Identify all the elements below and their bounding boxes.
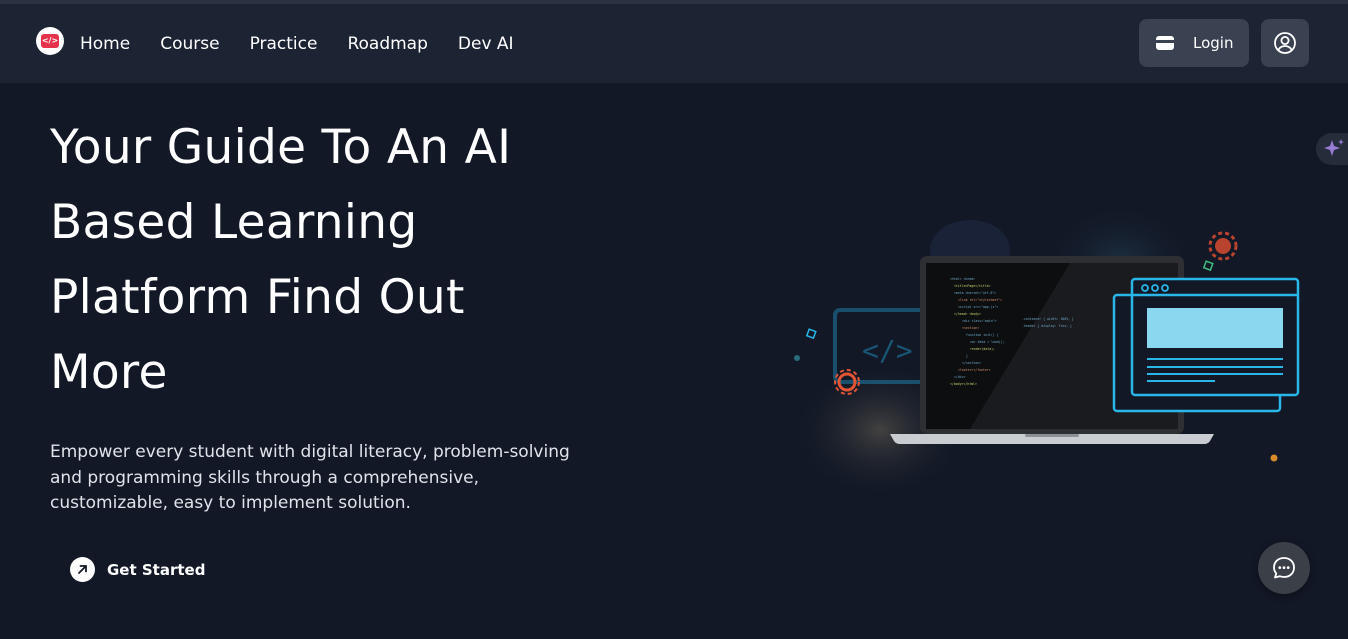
nav-roadmap[interactable]: Roadmap bbox=[347, 32, 427, 56]
main-nav: Home Course Practice Roadmap Dev AI bbox=[80, 32, 514, 56]
hero-title-line-1: Your Guide To An AI bbox=[50, 120, 512, 175]
svg-text:.container { width: 100%; }: .container { width: 100%; } bbox=[1022, 317, 1074, 321]
nav-home[interactable]: Home bbox=[80, 32, 130, 56]
user-circle-icon bbox=[1274, 32, 1296, 54]
get-started-label: Get Started bbox=[107, 560, 206, 579]
navbar: </> Home Course Practice Roadmap Dev AI … bbox=[0, 4, 1348, 83]
svg-text:</head> <body>: </head> <body> bbox=[954, 312, 981, 316]
site-logo[interactable]: </> bbox=[36, 27, 64, 55]
sparkle-icon bbox=[1324, 139, 1344, 156]
hero-title-line-4: More bbox=[50, 345, 168, 400]
nav-dev-ai[interactable]: Dev AI bbox=[458, 32, 514, 56]
nav-course[interactable]: Course bbox=[160, 32, 219, 56]
hero-illustration: </> <html> <head> <title>Page</title> <m… bbox=[790, 200, 1300, 500]
svg-text:<footer></footer>: <footer></footer> bbox=[958, 368, 991, 372]
svg-text:<script src="app.js">: <script src="app.js"> bbox=[958, 305, 998, 309]
arrow-up-right-icon bbox=[70, 557, 95, 582]
chat-button[interactable] bbox=[1258, 542, 1310, 594]
svg-text:<link rel="stylesheet">: <link rel="stylesheet"> bbox=[958, 298, 1002, 302]
profile-button[interactable] bbox=[1261, 19, 1309, 67]
svg-text:var data = load();: var data = load(); bbox=[970, 340, 1005, 344]
svg-text:<title>Page</title>: <title>Page</title> bbox=[954, 284, 991, 288]
hero-title-line-2: Based Learning bbox=[50, 195, 418, 250]
code-logo-icon: </> bbox=[41, 34, 59, 48]
svg-text:</>: </> bbox=[862, 334, 913, 367]
svg-text:<meta charset="utf-8">: <meta charset="utf-8"> bbox=[954, 291, 996, 295]
svg-text:}: } bbox=[966, 354, 968, 358]
hero-title-line-3: Platform Find Out bbox=[50, 270, 465, 325]
hero-title: Your Guide To An AI Based Learning Platf… bbox=[50, 110, 610, 410]
svg-text:</div>: </div> bbox=[954, 375, 966, 379]
svg-text:.header { display: flex; }: .header { display: flex; } bbox=[1022, 324, 1072, 328]
svg-text:<div class="main">: <div class="main"> bbox=[962, 319, 997, 323]
ai-assistant-tab[interactable] bbox=[1316, 133, 1348, 165]
svg-text:function init() {: function init() { bbox=[966, 333, 999, 337]
svg-text:</body></html>: </body></html> bbox=[950, 382, 977, 386]
wallet-icon bbox=[1156, 36, 1174, 50]
svg-text:<section>: <section> bbox=[962, 326, 979, 330]
nav-practice[interactable]: Practice bbox=[250, 32, 318, 56]
hero-subtitle: Empower every student with digital liter… bbox=[50, 442, 570, 513]
get-started-button[interactable]: Get Started bbox=[70, 557, 205, 582]
svg-text:render(data);: render(data); bbox=[970, 347, 995, 351]
svg-text:<html> <head>: <html> <head> bbox=[950, 277, 975, 281]
svg-text:</section>: </section> bbox=[962, 361, 981, 365]
chat-bubble-icon bbox=[1273, 557, 1295, 579]
login-button[interactable]: Login bbox=[1139, 19, 1249, 67]
login-label: Login bbox=[1193, 34, 1234, 52]
